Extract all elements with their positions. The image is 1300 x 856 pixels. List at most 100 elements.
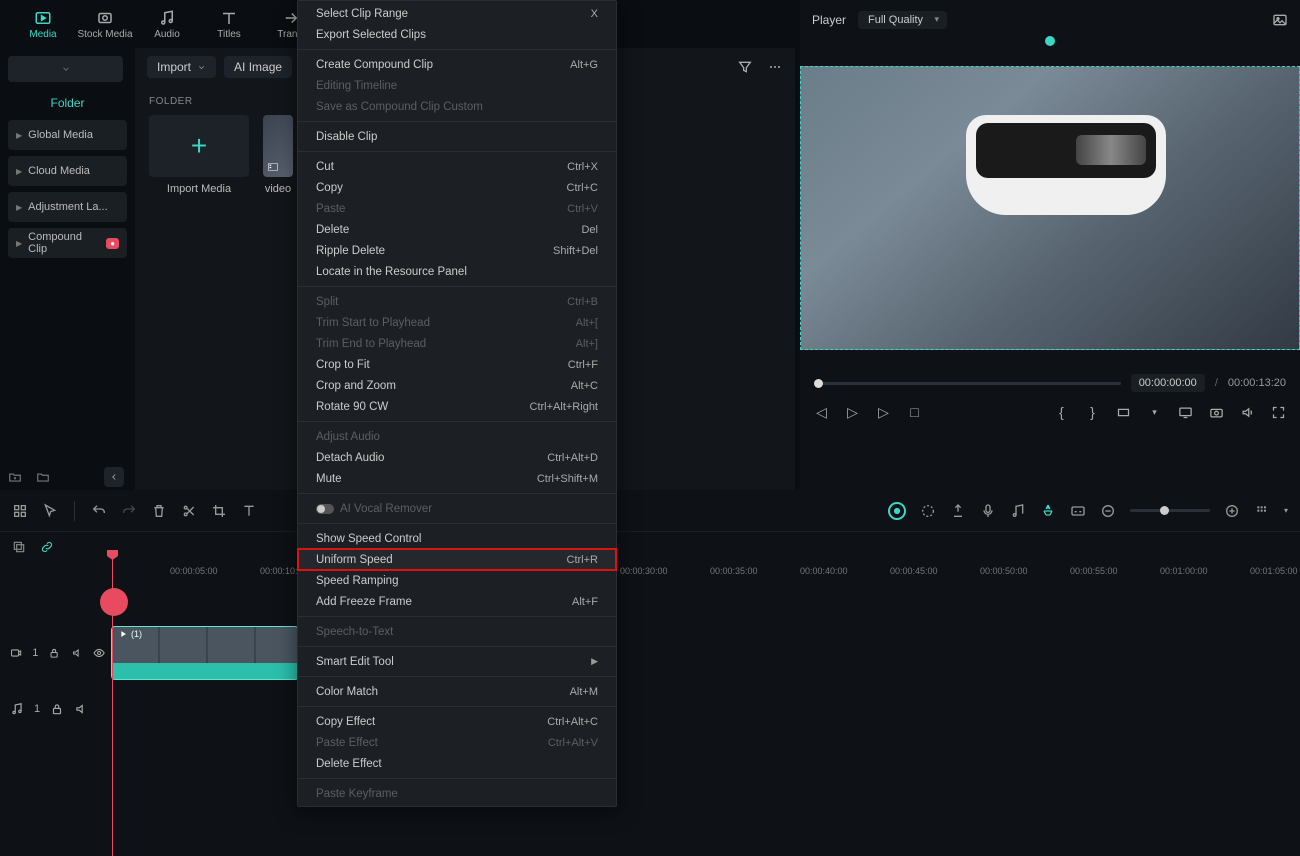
collapse-sidebar-button[interactable] bbox=[104, 467, 124, 487]
audio-fx-icon[interactable] bbox=[1010, 503, 1026, 519]
volume-button[interactable] bbox=[1240, 405, 1255, 420]
context-menu-item: AI Vocal Remover bbox=[298, 498, 616, 519]
mute-icon[interactable] bbox=[74, 702, 88, 716]
context-menu-item-label: Show Speed Control bbox=[316, 533, 421, 545]
mark-out-button[interactable]: } bbox=[1085, 405, 1100, 420]
layers-icon[interactable] bbox=[12, 540, 26, 554]
text-button[interactable] bbox=[241, 503, 257, 519]
ratio-button[interactable] bbox=[1116, 405, 1131, 420]
rotate-handle[interactable] bbox=[1045, 36, 1055, 46]
marker-icon[interactable] bbox=[950, 503, 966, 519]
grid-icon[interactable] bbox=[12, 503, 28, 519]
media-item-video[interactable]: video bbox=[263, 115, 293, 195]
stop-button[interactable]: □ bbox=[907, 405, 922, 420]
delete-button[interactable] bbox=[151, 503, 167, 519]
fullscreen-button[interactable] bbox=[1271, 405, 1286, 420]
zoom-knob[interactable] bbox=[1160, 506, 1169, 515]
play-button[interactable]: ▷ bbox=[845, 405, 860, 420]
playhead-grip[interactable] bbox=[100, 588, 128, 616]
import-media-tile[interactable]: + Import Media bbox=[149, 115, 249, 195]
folder-icon[interactable] bbox=[36, 470, 50, 484]
context-menu-item[interactable]: Speed Ramping bbox=[298, 570, 616, 591]
caption-icon[interactable] bbox=[1070, 503, 1086, 519]
visibility-icon[interactable] bbox=[93, 646, 105, 660]
folder-add-icon[interactable] bbox=[8, 470, 22, 484]
chevron-down-icon[interactable]: ▾ bbox=[1284, 506, 1288, 515]
render-indicator[interactable] bbox=[888, 502, 906, 520]
scrub-track[interactable] bbox=[814, 382, 1121, 385]
lock-icon[interactable] bbox=[48, 646, 60, 660]
zoom-out-button[interactable] bbox=[1100, 503, 1116, 519]
context-menu-item[interactable]: Uniform SpeedCtrl+R bbox=[298, 549, 616, 570]
snapshot-icon[interactable] bbox=[1272, 12, 1288, 28]
color-icon[interactable] bbox=[920, 503, 936, 519]
cursor-icon[interactable] bbox=[42, 503, 58, 519]
tab-audio[interactable]: Audio bbox=[136, 0, 198, 48]
import-button[interactable]: Import bbox=[147, 56, 216, 78]
link-icon[interactable] bbox=[40, 540, 54, 554]
tab-stock-media[interactable]: Stock Media bbox=[74, 0, 136, 48]
context-menu-item[interactable]: Delete Effect bbox=[298, 753, 616, 774]
context-menu-item[interactable]: MuteCtrl+Shift+M bbox=[298, 468, 616, 489]
crop-button[interactable] bbox=[211, 503, 227, 519]
context-menu-item[interactable]: Crop to FitCtrl+F bbox=[298, 354, 616, 375]
context-menu-shortcut: Ctrl+Alt+D bbox=[547, 452, 598, 464]
mute-icon[interactable] bbox=[71, 646, 83, 660]
redo-button[interactable] bbox=[121, 503, 137, 519]
context-menu-item[interactable]: Copy EffectCtrl+Alt+C bbox=[298, 711, 616, 732]
zoom-in-button[interactable] bbox=[1224, 503, 1240, 519]
context-menu-item[interactable]: Show Speed Control bbox=[298, 528, 616, 549]
view-grid-icon[interactable] bbox=[1254, 503, 1270, 519]
timeline-ruler[interactable]: 00:00:05:0000:00:10:0000:00:15:0000:00:2… bbox=[105, 562, 1300, 586]
sidebar-item-compound-clip[interactable]: ▶ Compound Clip ● bbox=[8, 228, 127, 258]
context-menu-item[interactable]: CopyCtrl+C bbox=[298, 177, 616, 198]
split-button[interactable] bbox=[181, 503, 197, 519]
sidebar-item-cloud-media[interactable]: ▶ Cloud Media bbox=[8, 156, 127, 186]
audio-track-body[interactable] bbox=[105, 684, 1300, 734]
sidebar-item-global-media[interactable]: ▶ Global Media bbox=[8, 120, 127, 150]
context-menu-item: Paste Keyframe bbox=[298, 783, 616, 804]
preview-frame[interactable] bbox=[800, 66, 1300, 350]
more-icon[interactable] bbox=[767, 59, 783, 75]
context-menu: Select Clip RangeXExport Selected Clips C… bbox=[297, 0, 617, 807]
submenu-arrow-icon: ▶ bbox=[591, 656, 598, 667]
context-menu-item[interactable]: DeleteDel bbox=[298, 219, 616, 240]
lock-icon[interactable] bbox=[50, 702, 64, 716]
context-menu-item[interactable]: Create Compound ClipAlt+G bbox=[298, 54, 616, 75]
quality-select[interactable]: Full Quality bbox=[858, 11, 947, 29]
player-panel: Player Full Quality 00:00:00:00 / 00:00:… bbox=[800, 0, 1300, 490]
context-menu-item[interactable]: Color MatchAlt+M bbox=[298, 681, 616, 702]
sidebar-item-adjustment-layer[interactable]: ▶ Adjustment La... bbox=[8, 192, 127, 222]
context-menu-item[interactable]: CutCtrl+X bbox=[298, 156, 616, 177]
mark-in-button[interactable]: { bbox=[1054, 405, 1069, 420]
context-menu-item: PasteCtrl+V bbox=[298, 198, 616, 219]
player-preview[interactable] bbox=[800, 44, 1300, 372]
context-menu-item[interactable]: Locate in the Resource Panel bbox=[298, 261, 616, 282]
chevron-down-icon[interactable]: ▾ bbox=[1147, 405, 1162, 420]
context-menu-item[interactable]: Crop and ZoomAlt+C bbox=[298, 375, 616, 396]
sidebar-add-button[interactable] bbox=[8, 56, 123, 82]
context-menu-item[interactable]: Add Freeze FrameAlt+F bbox=[298, 591, 616, 612]
prev-frame-button[interactable]: ◁ bbox=[814, 405, 829, 420]
zoom-slider[interactable] bbox=[1130, 509, 1210, 512]
context-menu-item[interactable]: Detach AudioCtrl+Alt+D bbox=[298, 447, 616, 468]
tab-titles[interactable]: Titles bbox=[198, 0, 260, 48]
context-menu-item[interactable]: Export Selected Clips bbox=[298, 24, 616, 45]
context-menu-item[interactable]: Rotate 90 CWCtrl+Alt+Right bbox=[298, 396, 616, 417]
context-menu-item[interactable]: Disable Clip bbox=[298, 126, 616, 147]
filter-icon[interactable] bbox=[737, 59, 753, 75]
context-menu-item[interactable]: Ripple DeleteShift+Del bbox=[298, 240, 616, 261]
mic-icon[interactable] bbox=[980, 503, 996, 519]
video-track-body[interactable]: (1) bbox=[105, 622, 1300, 684]
timeline-clip[interactable]: (1) bbox=[111, 626, 299, 680]
ai-image-button[interactable]: AI Image bbox=[224, 56, 292, 78]
display-button[interactable] bbox=[1178, 405, 1193, 420]
context-menu-item[interactable]: Select Clip RangeX bbox=[298, 3, 616, 24]
tab-media[interactable]: Media bbox=[12, 0, 74, 48]
chroma-icon[interactable] bbox=[1040, 503, 1056, 519]
undo-button[interactable] bbox=[91, 503, 107, 519]
camera-button[interactable] bbox=[1209, 405, 1224, 420]
play-forward-button[interactable]: ▷ bbox=[876, 405, 891, 420]
scrub-playhead[interactable] bbox=[814, 379, 823, 388]
context-menu-item[interactable]: Smart Edit Tool▶ bbox=[298, 651, 616, 672]
